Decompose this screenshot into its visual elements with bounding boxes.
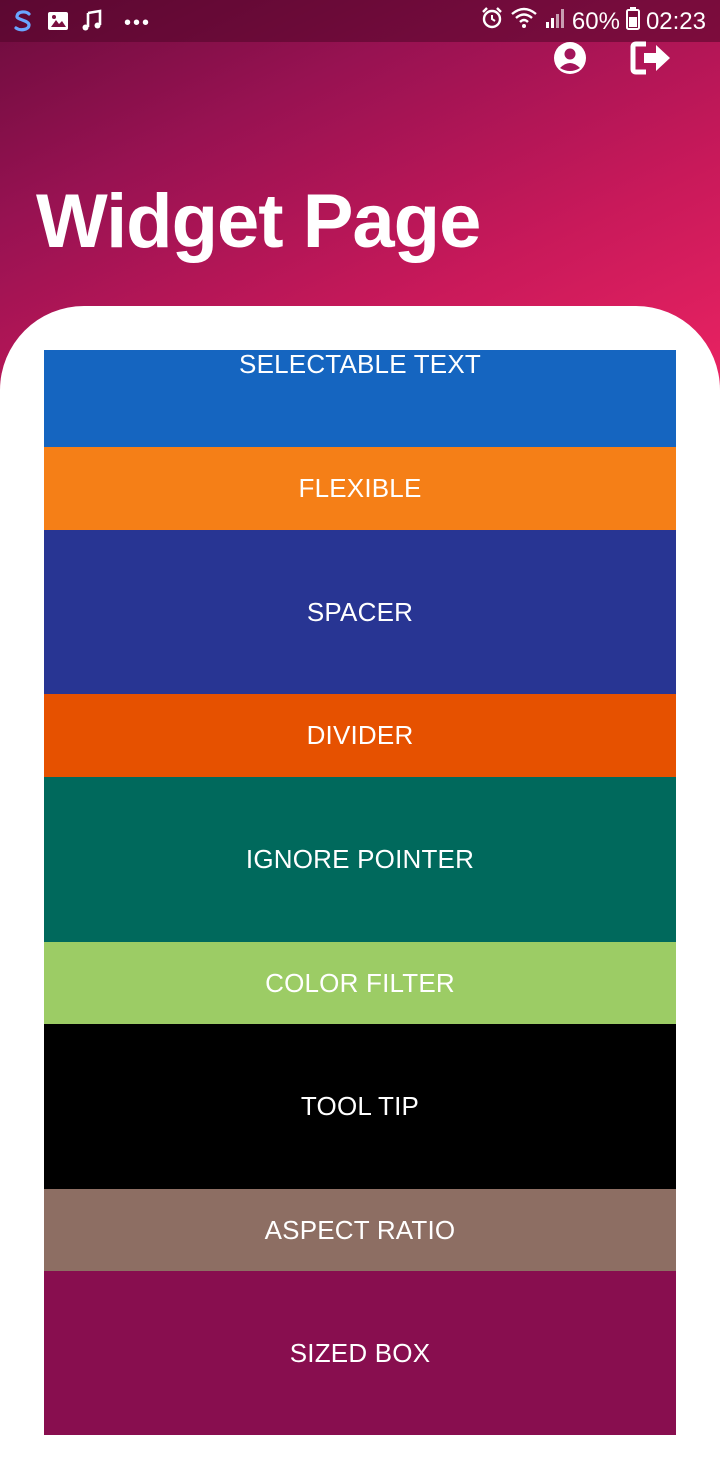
battery-icon — [625, 6, 640, 37]
list-item-selectable-text[interactable]: SELECTABLE TEXT — [44, 349, 676, 447]
widget-list: SELECTABLE TEXT FLEXIBLE SPACER DIVIDER … — [44, 349, 676, 1435]
list-item-label: FLEXIBLE — [298, 473, 422, 503]
logout-icon — [630, 40, 674, 81]
page-title: Widget Page — [36, 179, 481, 264]
clock: 02:23 — [645, 7, 706, 35]
image-icon — [46, 9, 70, 38]
list-item-label: COLOR FILTER — [265, 967, 455, 998]
list-item-spacer[interactable]: SPACER — [44, 530, 676, 694]
list-item-flexible[interactable]: FLEXIBLE — [44, 447, 676, 530]
list-item-label: SIZED BOX — [289, 1337, 431, 1368]
list-item-label: DIVIDER — [306, 720, 414, 750]
music-note-icon — [80, 9, 104, 38]
more-dots-icon: ••• — [124, 12, 152, 34]
list-item-ignore-pointer[interactable]: IGNORE POINTER — [44, 777, 676, 942]
signal-icon — [544, 6, 566, 37]
s-browser-icon — [10, 8, 36, 39]
battery-percent: 60% — [571, 7, 620, 35]
list-item-label: TOOL TIP — [300, 1091, 420, 1121]
list-item-label: SELECTABLE TEXT — [239, 349, 481, 379]
list-item-tool-tip[interactable]: TOOL TIP — [44, 1024, 676, 1189]
alarm-icon — [480, 6, 504, 37]
list-item-sized-box[interactable]: SIZED BOX — [44, 1271, 676, 1435]
list-item-aspect-ratio[interactable]: ASPECT RATIO — [44, 1189, 676, 1271]
account-button[interactable] — [550, 40, 590, 80]
list-item-divider[interactable]: DIVIDER — [44, 694, 676, 777]
list-item-color-filter[interactable]: COLOR FILTER — [44, 942, 676, 1024]
account-icon — [552, 40, 588, 81]
list-item-label: IGNORE POINTER — [245, 844, 475, 874]
wifi-icon — [510, 6, 538, 37]
list-item-label: ASPECT RATIO — [264, 1214, 456, 1245]
status-bar: ••• 60% 02:23 — [0, 0, 720, 42]
list-item-label: SPACER — [306, 596, 414, 627]
logout-button[interactable] — [630, 40, 674, 81]
